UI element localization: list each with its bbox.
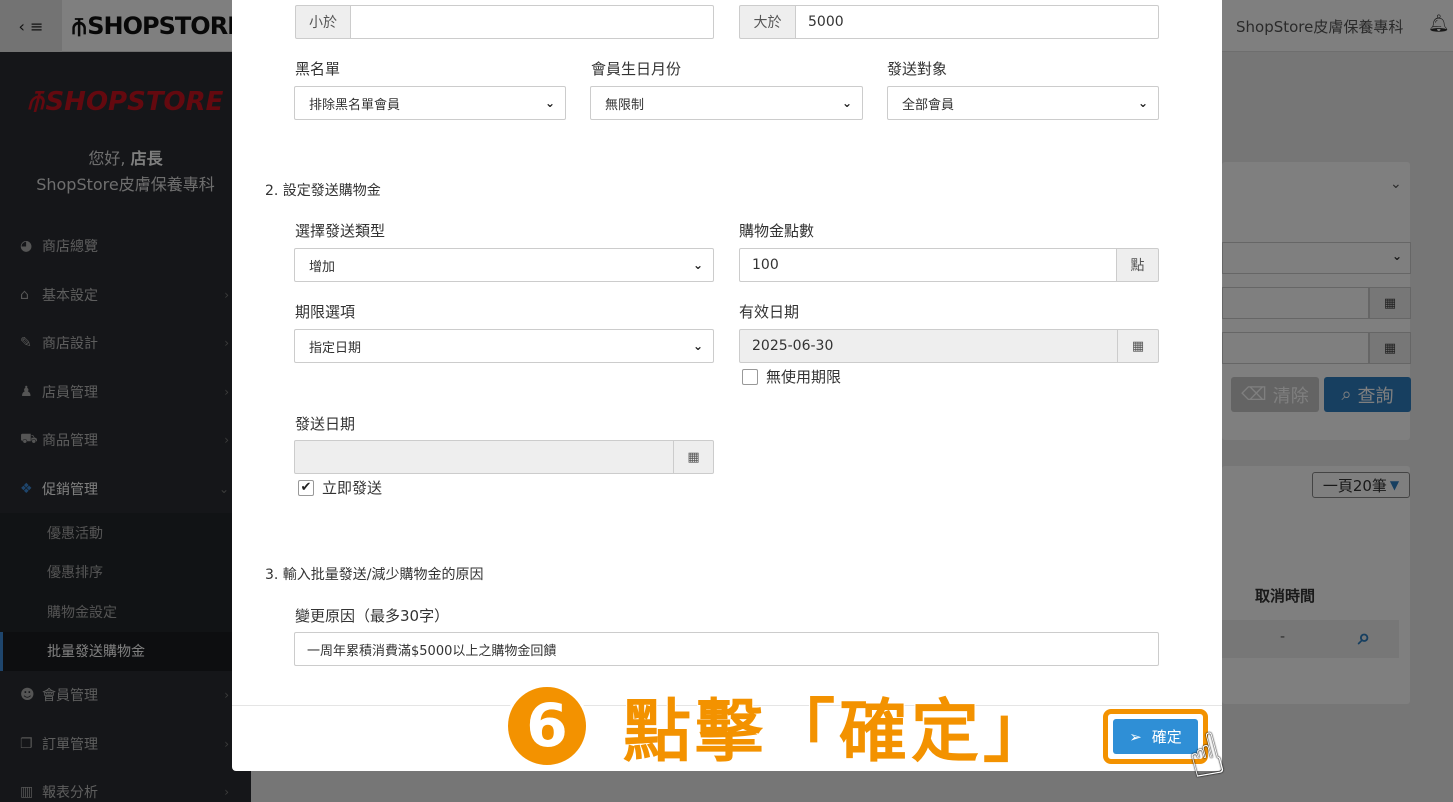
expiry-date-label: 有效日期	[739, 303, 800, 321]
blacklist-select[interactable]: 排除黑名單會員 ⌄	[294, 86, 566, 120]
chevron-down-icon: ⌄	[692, 339, 703, 353]
send-target-label: 發送對象	[887, 60, 948, 78]
calendar-icon[interactable]: ▦	[1117, 329, 1159, 363]
blacklist-label: 黑名單	[295, 60, 341, 78]
bulk-credit-modal: 小於 大於 5000 黑名單 排除黑名單會員 ⌄ 會員生日月份 無限制 ⌄ 發送對象…	[232, 0, 1222, 771]
chevron-down-icon: ⌄	[1137, 96, 1148, 110]
period-option-label: 期限選項	[295, 303, 356, 321]
section-2-heading: 2. 設定發送購物金	[265, 183, 381, 199]
send-date-input[interactable]	[294, 440, 674, 474]
change-reason-label: 變更原因（最多30字）	[295, 607, 450, 625]
birthday-month-label: 會員生日月份	[591, 60, 682, 78]
section-3-heading: 3. 輸入批量發送/減少購物金的原因	[265, 567, 484, 583]
credit-points-input[interactable]: 100	[739, 248, 1117, 282]
less-than-input[interactable]	[350, 5, 714, 39]
greater-than-input[interactable]: 5000	[795, 5, 1159, 39]
greater-than-addon: 大於	[739, 5, 796, 39]
paper-plane-icon: ➢	[1129, 727, 1142, 746]
change-reason-input[interactable]: 一周年累積消費滿$5000以上之購物金回饋	[294, 632, 1159, 666]
send-type-select[interactable]: 增加 ⌄	[294, 248, 714, 282]
period-option-select[interactable]: 指定日期 ⌄	[294, 329, 714, 363]
checkbox-box[interactable]	[742, 368, 758, 385]
less-than-addon: 小於	[295, 5, 351, 39]
calendar-icon[interactable]: ▦	[673, 440, 714, 474]
chevron-down-icon: ⌄	[841, 96, 852, 110]
checkmark-icon[interactable]: ✔	[298, 479, 314, 496]
birthday-month-select[interactable]: 無限制 ⌄	[590, 86, 863, 120]
send-now-checkbox[interactable]: ✔ 立即發送	[298, 477, 382, 498]
points-unit-addon: 點	[1116, 248, 1159, 282]
step-instruction-text: 點擊「確定」	[622, 692, 1056, 773]
chevron-down-icon: ⌄	[544, 96, 555, 110]
send-target-select[interactable]: 全部會員 ⌄	[887, 86, 1159, 120]
chevron-down-icon: ⌄	[692, 258, 703, 272]
expiry-date-input[interactable]: 2025-06-30	[739, 329, 1118, 363]
no-expiry-checkbox[interactable]: 無使用期限	[742, 366, 841, 387]
credit-points-label: 購物金點數	[739, 222, 815, 240]
send-type-label: 選擇發送類型	[295, 222, 386, 240]
step-annotation: 6 點擊「確定」	[505, 676, 1055, 775]
send-date-label: 發送日期	[295, 415, 356, 433]
step-number-badge: 6	[505, 683, 589, 768]
